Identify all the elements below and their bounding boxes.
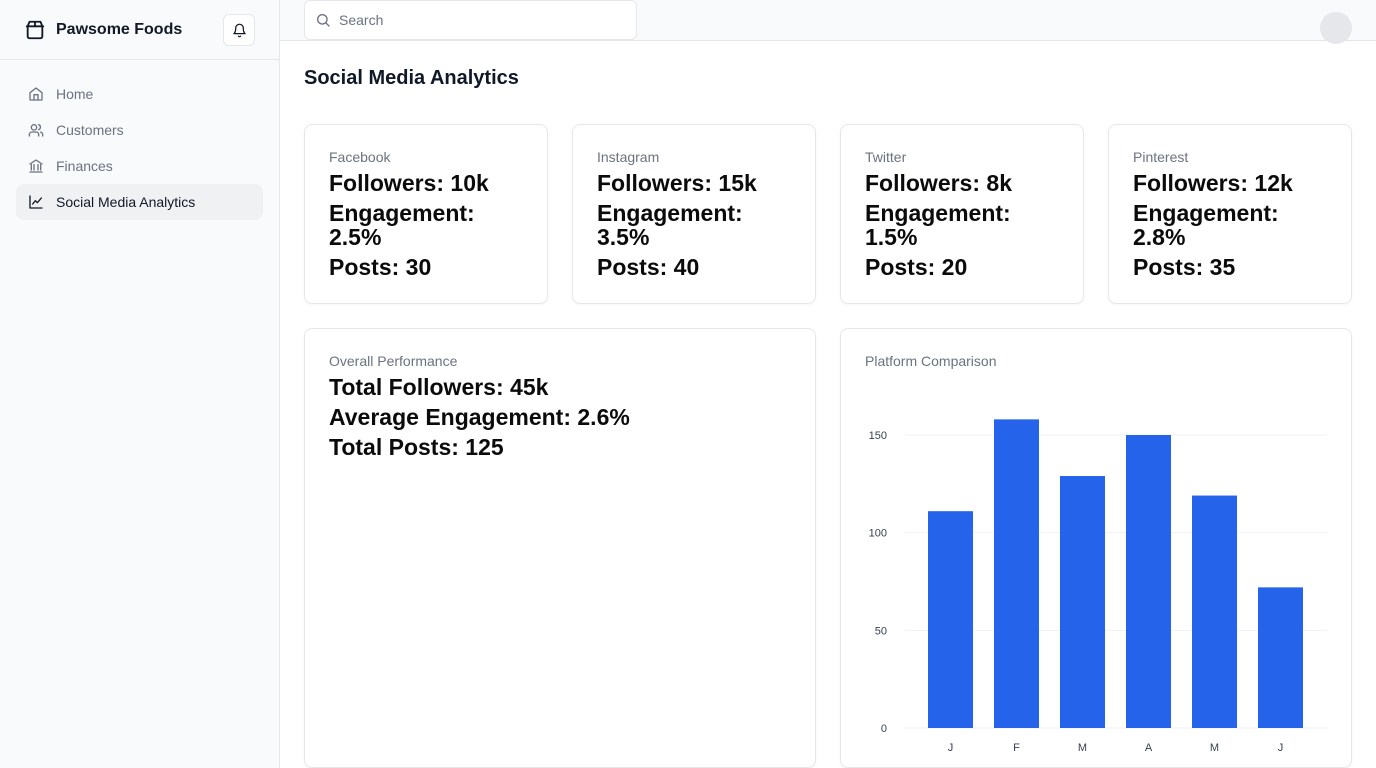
card-title: Facebook (329, 149, 391, 165)
sidebar-item-customers[interactable]: Customers (16, 112, 263, 148)
sidebar-item-label: Social Media Analytics (56, 194, 196, 210)
platform-comparison-card: Platform Comparison 0 50 100 150 J F M A M J (840, 328, 1352, 768)
search-icon (315, 12, 331, 28)
posts-stat: Posts: 20 (865, 254, 968, 280)
x-tick-label: M (1078, 742, 1087, 754)
x-tick-label: F (1013, 742, 1020, 754)
x-tick-label: M (1210, 742, 1219, 754)
card-title: Twitter (865, 149, 907, 165)
bar (1192, 495, 1237, 728)
card-title: Instagram (597, 149, 660, 165)
notifications-button[interactable] (223, 14, 255, 46)
sidebar-item-label: Customers (56, 122, 124, 138)
total-posts-stat: Total Posts: 125 (329, 434, 504, 460)
brand-name: Pawsome Foods (56, 20, 183, 38)
y-tick-label: 0 (881, 723, 887, 735)
sidebar-item-finances[interactable]: Finances (16, 148, 263, 184)
bar-chart: 0 50 100 150 J F M A M J (869, 419, 1327, 754)
posts-stat: Posts: 35 (1133, 254, 1236, 280)
card-title: Pinterest (1133, 149, 1189, 165)
total-followers-stat: Total Followers: 45k (329, 374, 549, 400)
page-title: Social Media Analytics (304, 67, 519, 89)
bar (1060, 476, 1105, 728)
bar (994, 419, 1039, 728)
y-tick-label: 50 (875, 625, 887, 637)
line-chart-icon (28, 194, 44, 210)
engagement-stat: Engagement: 1.5% (865, 200, 1011, 250)
card-title: Platform Comparison (865, 353, 997, 369)
content: Social Media Analytics Facebook Follower… (280, 41, 1376, 768)
main-area: Social Media Analytics Facebook Follower… (280, 0, 1376, 768)
sidebar-item-label: Finances (56, 158, 113, 174)
sidebar-item-home[interactable]: Home (16, 76, 263, 112)
overall-performance-card: Overall Performance Total Followers: 45k… (304, 328, 816, 768)
engagement-stat: Engagement: 2.8% (1133, 200, 1279, 250)
card-title: Overall Performance (329, 353, 458, 369)
sidebar-item-label: Home (56, 86, 94, 102)
sidebar-nav: Home Customers Finances Social Media Ana… (0, 60, 279, 236)
platform-card-facebook: Facebook Followers: 10k Engagement: 2.5%… (304, 124, 548, 304)
x-tick-label: J (1278, 742, 1284, 754)
users-icon (28, 122, 44, 138)
platform-card-pinterest: Pinterest Followers: 12k Engagement: 2.8… (1108, 124, 1352, 304)
sidebar-item-social-media-analytics[interactable]: Social Media Analytics (16, 184, 263, 220)
followers-stat: Followers: 8k (865, 170, 1012, 196)
app-root: Pawsome Foods Home Customers Finances So… (0, 0, 1376, 768)
avg-engagement-stat: Average Engagement: 2.6% (329, 404, 630, 430)
sidebar: Pawsome Foods Home Customers Finances So… (0, 0, 280, 768)
platform-card-twitter: Twitter Followers: 8k Engagement: 1.5% P… (840, 124, 1084, 304)
engagement-stat: Engagement: 3.5% (597, 200, 743, 250)
platform-card-instagram: Instagram Followers: 15k Engagement: 3.5… (572, 124, 816, 304)
posts-stat: Posts: 30 (329, 254, 432, 280)
x-tick-label: A (1145, 742, 1153, 754)
y-tick-label: 100 (869, 528, 887, 540)
platform-cards: Facebook Followers: 10k Engagement: 2.5%… (304, 124, 1352, 304)
x-tick-label: J (948, 742, 954, 754)
followers-stat: Followers: 12k (1133, 170, 1293, 196)
bar (928, 511, 973, 728)
search-box[interactable] (304, 0, 637, 40)
bar (1126, 435, 1171, 728)
chart-container: 0 50 100 150 J F M A M J (865, 383, 1327, 768)
avatar[interactable] (1320, 12, 1352, 44)
package-icon (24, 19, 46, 41)
brand-header: Pawsome Foods (0, 0, 279, 60)
followers-stat: Followers: 15k (597, 170, 757, 196)
y-tick-label: 150 (869, 430, 887, 442)
bar (1258, 587, 1303, 728)
summary-row: Overall Performance Total Followers: 45k… (304, 328, 1352, 768)
followers-stat: Followers: 10k (329, 170, 489, 196)
bank-icon (28, 158, 44, 174)
home-icon (28, 86, 44, 102)
top-bar (280, 0, 1376, 44)
posts-stat: Posts: 40 (597, 254, 700, 280)
engagement-stat: Engagement: 2.5% (329, 200, 475, 250)
bell-icon (232, 23, 247, 38)
search-input[interactable] (339, 12, 626, 28)
